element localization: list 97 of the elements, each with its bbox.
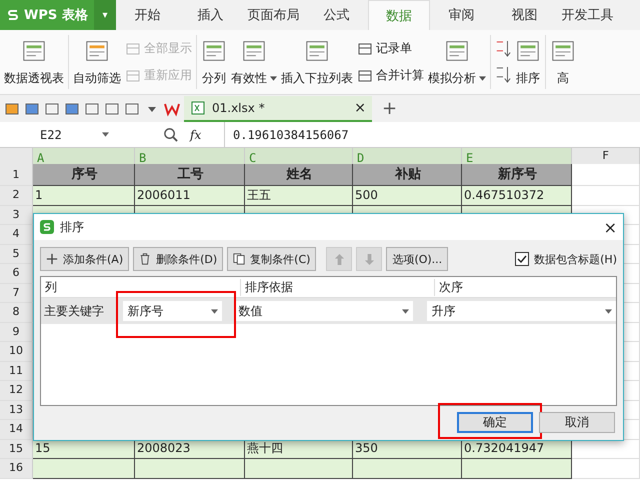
table-cell: 王五: [245, 186, 353, 206]
ribbon-tab[interactable]: 开发工具: [556, 0, 619, 30]
toolbar-button[interactable]: 复制条件(C): [227, 247, 316, 271]
cancel-button[interactable]: 取消: [539, 412, 615, 433]
checkbox[interactable]: [515, 252, 530, 266]
row-header[interactable]: 6: [0, 264, 33, 284]
table-cell: 2006011: [135, 186, 245, 206]
column-heading: 次序: [438, 278, 463, 296]
ok-button[interactable]: 确定: [457, 412, 533, 433]
row-header[interactable]: 3: [0, 206, 33, 225]
table-cell: 燕十四: [245, 440, 353, 459]
table-cell: 补贴: [353, 164, 462, 186]
ribbon-button[interactable]: 分列: [201, 38, 227, 86]
tool-icon: [125, 68, 141, 84]
row-header[interactable]: 8: [0, 303, 33, 322]
caret-icon: [211, 308, 218, 314]
app-menu-caret[interactable]: ▾: [94, 0, 116, 30]
toolbar-button[interactable]: 选项(O)...: [386, 247, 448, 271]
table-cell: 姓名: [245, 164, 353, 186]
ribbon-small-button[interactable]: 合并计算: [357, 67, 424, 84]
ribbon-tab[interactable]: 开始: [116, 0, 179, 30]
spreadsheet-icon: [190, 100, 206, 116]
row-header[interactable]: 7: [0, 284, 33, 303]
row-header[interactable]: 2: [0, 186, 33, 206]
ribbon-small-button[interactable]: 记录单: [357, 40, 424, 57]
trash-icon: [139, 253, 152, 265]
column-select[interactable]: 新序号: [123, 301, 222, 321]
formula-field[interactable]: 0.19610384156067: [224, 122, 640, 147]
file-name: 01.xlsx *: [212, 100, 266, 114]
ribbon-button[interactable]: 有效性: [231, 38, 277, 86]
ribbon-button[interactable]: 数据透视表: [4, 38, 64, 86]
row-header[interactable]: 4: [0, 225, 33, 244]
row-header[interactable]: 1: [0, 164, 33, 186]
down-arrow-icon: [364, 252, 375, 266]
toolbar-button[interactable]: 删除条件(D): [133, 247, 224, 271]
table-cell: 0.467510372: [462, 186, 572, 206]
table-cell: 新序号: [462, 164, 572, 186]
zoom-icon[interactable]: [163, 127, 178, 142]
ribbon-tab[interactable]: 公式: [305, 0, 368, 30]
caret-icon: [402, 308, 410, 314]
tool-icon: [357, 40, 373, 56]
new-tab-button[interactable]: +: [382, 98, 398, 119]
copy-icon: [233, 253, 246, 265]
plus-icon: [46, 253, 58, 265]
file-tab[interactable]: 01.xlsx * ×: [184, 96, 372, 122]
checkbox-label[interactable]: 数据包含标题(H): [534, 252, 617, 266]
table-cell: [572, 164, 640, 186]
row-header[interactable]: 5: [0, 244, 33, 264]
order-select[interactable]: 升序: [427, 301, 616, 321]
row-header[interactable]: 11: [0, 362, 33, 381]
dialog-title: 排序: [60, 218, 84, 236]
table-cell: 2008023: [135, 440, 245, 459]
ribbon-button[interactable]: 自动筛选: [73, 38, 121, 86]
toolbar-button[interactable]: 添加条件(A): [40, 247, 130, 271]
logo-icon: [40, 220, 54, 234]
basis-select[interactable]: 数值: [234, 301, 414, 321]
column-header[interactable]: F: [572, 148, 640, 164]
table-cell: 序号: [33, 164, 135, 186]
row-header[interactable]: 14: [0, 420, 33, 440]
ribbon-tab[interactable]: 视图: [493, 0, 556, 30]
column-heading: 列: [41, 278, 241, 296]
table-cell: 15: [33, 440, 135, 459]
sort-descending-icon[interactable]: [495, 65, 511, 85]
ribbon-tab[interactable]: 审阅: [430, 0, 493, 30]
ribbon-tab[interactable]: 插入: [179, 0, 242, 30]
name-box[interactable]: E22: [0, 128, 115, 142]
row-label: 主要关键字: [43, 302, 105, 320]
caret-icon: [102, 132, 109, 137]
row-header[interactable]: 15: [0, 440, 33, 459]
ribbon-tab[interactable]: 数据: [368, 0, 430, 30]
logo-icon: [6, 8, 20, 22]
tool-icon: [125, 40, 141, 56]
caret-icon: [605, 308, 612, 314]
table-cell: [572, 186, 640, 206]
ribbon-button[interactable]: 模拟分析: [428, 38, 486, 86]
ribbon-button[interactable]: 排序: [515, 38, 541, 86]
ribbon-button[interactable]: 插入下拉列表: [281, 38, 353, 86]
row-header[interactable]: 12: [0, 381, 33, 400]
tool-icon: [357, 68, 373, 84]
table-cell: [572, 459, 640, 478]
table-cell: 工号: [135, 164, 245, 186]
up-arrow-icon: [334, 252, 345, 266]
ribbon-button[interactable]: 高: [550, 38, 576, 86]
sort-ascending-icon[interactable]: [495, 39, 511, 59]
ribbon-tab[interactable]: 页面布局: [242, 0, 305, 30]
column-heading: 排序依据: [241, 278, 435, 296]
row-header[interactable]: 16: [0, 459, 33, 478]
close-button[interactable]: ×: [604, 218, 617, 236]
table-cell: 500: [353, 186, 462, 206]
close-tab-button[interactable]: ×: [354, 100, 366, 116]
table-cell: 0.732041947: [462, 440, 572, 459]
row-header[interactable]: 9: [0, 322, 33, 342]
row-header[interactable]: 10: [0, 342, 33, 362]
table-cell: 1: [33, 186, 135, 206]
row-header[interactable]: 13: [0, 400, 33, 420]
table-cell: 350: [353, 440, 462, 459]
function-button[interactable]: fx: [190, 128, 224, 142]
